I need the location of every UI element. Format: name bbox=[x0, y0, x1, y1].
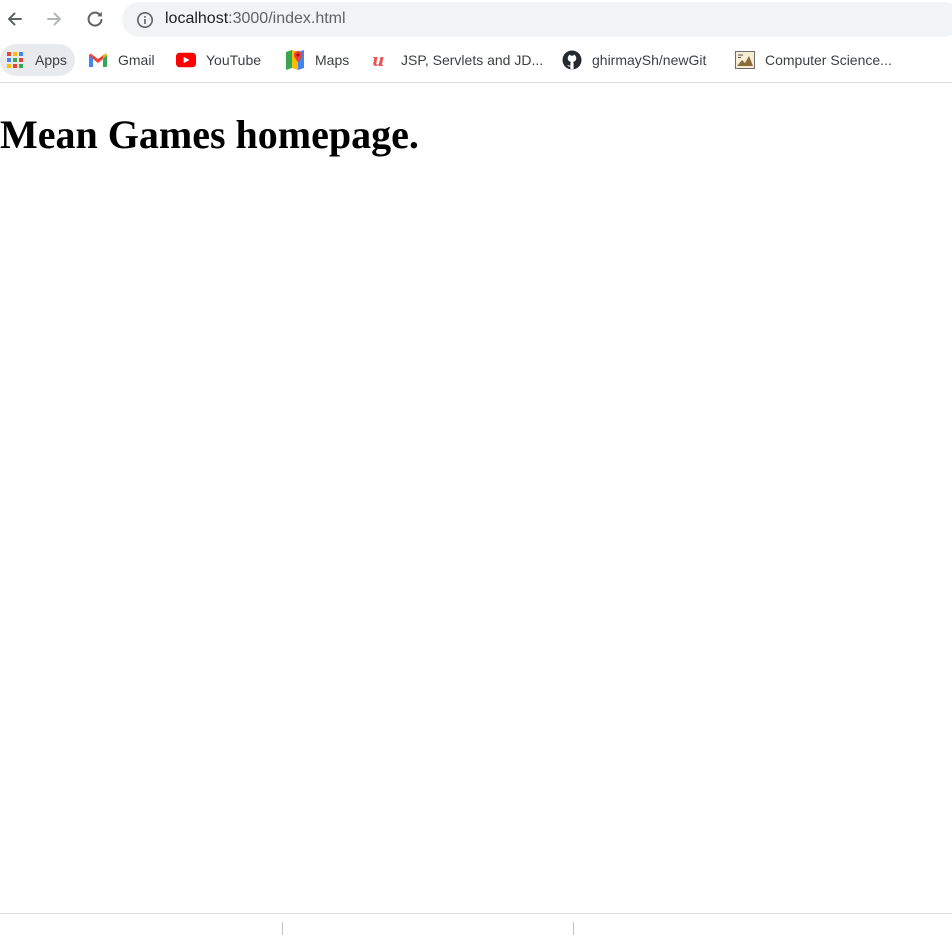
bottom-divider bbox=[573, 922, 574, 935]
bookmark-apps[interactable]: Apps bbox=[0, 44, 75, 76]
bookmark-label: Apps bbox=[35, 52, 67, 68]
bookmark-label: Gmail bbox=[118, 52, 155, 68]
bookmark-gmail[interactable]: Gmail bbox=[88, 44, 155, 76]
bookmark-computer-science[interactable]: Computer Science... bbox=[735, 44, 892, 76]
bottom-divider bbox=[282, 922, 283, 935]
bookmark-image-icon bbox=[735, 50, 755, 70]
bookmark-label: YouTube bbox=[206, 52, 262, 68]
arrow-left-icon bbox=[8, 12, 22, 26]
bookmarks-bar: Apps Gmail YouTube Maps u JSP, Servlets … bbox=[0, 42, 952, 78]
bookmark-youtube[interactable]: YouTube bbox=[176, 44, 261, 76]
gmail-icon bbox=[88, 50, 108, 70]
page-heading: Mean Games homepage. bbox=[0, 112, 419, 157]
back-button[interactable] bbox=[0, 4, 30, 34]
info-icon[interactable] bbox=[136, 11, 154, 29]
apps-grid-icon bbox=[5, 50, 25, 70]
bottom-bar bbox=[0, 913, 952, 935]
bookmark-label: Computer Science... bbox=[765, 52, 892, 68]
github-icon bbox=[562, 50, 582, 70]
url-host: localhost bbox=[165, 10, 229, 27]
bookmark-label: JSP, Servlets and JD... bbox=[401, 52, 544, 68]
url-path: :3000/index.html bbox=[228, 10, 346, 27]
browser-window: localhost:3000/index.html Apps Gmail You… bbox=[0, 0, 952, 935]
maps-icon bbox=[285, 50, 305, 70]
browser-toolbar: localhost:3000/index.html bbox=[0, 0, 952, 38]
reload-button[interactable] bbox=[80, 4, 110, 34]
reload-icon bbox=[87, 11, 103, 27]
bookmark-maps[interactable]: Maps bbox=[285, 44, 349, 76]
address-bar[interactable]: localhost:3000/index.html bbox=[122, 2, 952, 37]
youtube-icon bbox=[176, 50, 196, 70]
page-viewport: Mean Games homepage. bbox=[0, 83, 952, 913]
bookmark-label: Maps bbox=[315, 52, 350, 68]
arrow-right-icon bbox=[47, 12, 61, 26]
bookmark-jsp-servlets[interactable]: u JSP, Servlets and JD... bbox=[371, 44, 543, 76]
bookmark-label: ghirmaySh/newGit bbox=[592, 52, 707, 68]
udemy-icon: u bbox=[371, 50, 391, 70]
url-text[interactable]: localhost:3000/index.html bbox=[165, 10, 346, 28]
svg-text:u: u bbox=[372, 52, 384, 68]
forward-button[interactable] bbox=[39, 4, 69, 34]
bookmark-github-newgit[interactable]: ghirmaySh/newGit bbox=[562, 44, 706, 76]
